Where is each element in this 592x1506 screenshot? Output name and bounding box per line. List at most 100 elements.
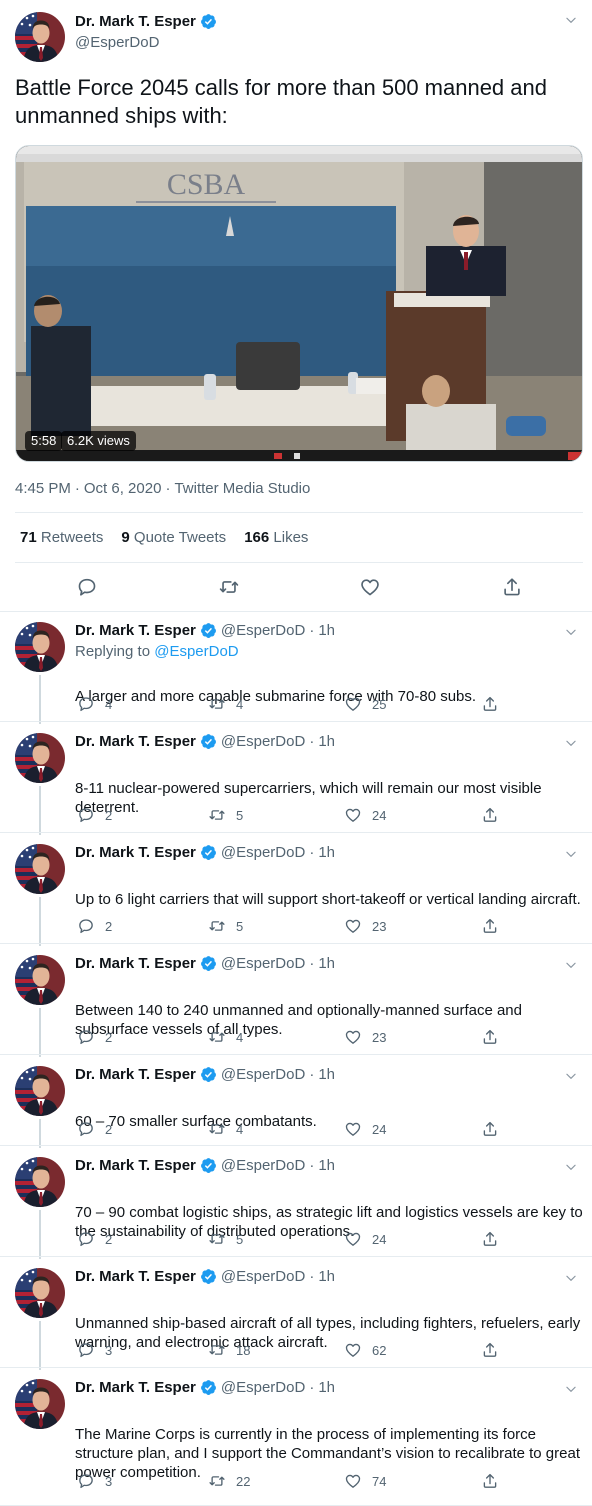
- heart-icon[interactable]: [344, 695, 362, 713]
- share-icon[interactable]: [481, 1120, 499, 1138]
- reply-time[interactable]: 1h: [318, 955, 335, 972]
- chevron-down-icon[interactable]: [564, 1160, 578, 1174]
- reply-time[interactable]: 1h: [318, 844, 335, 861]
- author-handle[interactable]: @EsperDoD: [221, 1379, 305, 1396]
- share-icon[interactable]: [481, 1341, 499, 1359]
- retweet-action[interactable]: 5: [208, 1230, 243, 1248]
- reply-action[interactable]: 2: [77, 1120, 112, 1138]
- retweet-icon[interactable]: [208, 695, 226, 713]
- reply-icon[interactable]: [77, 695, 95, 713]
- reply-tweet[interactable]: Dr. Mark T. Esper @EsperDoD · 1h Replyin…: [0, 611, 592, 724]
- heart-icon[interactable]: [344, 1028, 362, 1046]
- share-icon[interactable]: [481, 806, 499, 824]
- reply-action[interactable]: 3: [77, 1341, 112, 1359]
- heart-icon[interactable]: [344, 1120, 362, 1138]
- author-name[interactable]: Dr. Mark T. Esper: [75, 844, 196, 861]
- author-name[interactable]: Dr. Mark T. Esper: [75, 1379, 196, 1396]
- retweet-icon[interactable]: [218, 576, 240, 598]
- heart-icon[interactable]: [344, 1230, 362, 1248]
- reply-icon[interactable]: [77, 1230, 95, 1248]
- chevron-down-icon[interactable]: [564, 1271, 578, 1285]
- reply-tweet[interactable]: Dr. Mark T. Esper @EsperDoD · 1h Up to 6…: [0, 833, 592, 946]
- author-name[interactable]: Dr. Mark T. Esper: [75, 13, 217, 30]
- reply-time[interactable]: 1h: [318, 1268, 335, 1285]
- avatar[interactable]: [15, 955, 65, 1005]
- avatar[interactable]: [15, 1268, 65, 1318]
- retweet-icon[interactable]: [208, 1472, 226, 1490]
- retweet-icon[interactable]: [208, 1341, 226, 1359]
- tweet-date[interactable]: Oct 6, 2020: [84, 480, 162, 497]
- reply-icon[interactable]: [77, 1472, 95, 1490]
- reply-tweet[interactable]: Dr. Mark T. Esper @EsperDoD · 1h 70 – 90…: [0, 1146, 592, 1259]
- reply-tweet[interactable]: Dr. Mark T. Esper @EsperDoD · 1h 60 – 70…: [0, 1055, 592, 1148]
- chevron-down-icon[interactable]: [564, 1382, 578, 1396]
- like-action[interactable]: 23: [344, 1028, 386, 1046]
- retweet-icon[interactable]: [208, 1230, 226, 1248]
- author-handle[interactable]: @EsperDoD: [221, 1066, 305, 1083]
- share-action[interactable]: [481, 1230, 499, 1248]
- author-name[interactable]: Dr. Mark T. Esper: [75, 622, 196, 639]
- retweets-stat[interactable]: 71 Retweets: [20, 529, 103, 546]
- like-action[interactable]: 25: [344, 695, 386, 713]
- reply-time[interactable]: 1h: [318, 1066, 335, 1083]
- reply-tweet[interactable]: Dr. Mark T. Esper @EsperDoD · 1h 8-11 nu…: [0, 722, 592, 835]
- heart-icon[interactable]: [344, 806, 362, 824]
- share-icon[interactable]: [501, 576, 523, 598]
- retweet-icon[interactable]: [208, 1028, 226, 1046]
- reply-icon[interactable]: [77, 806, 95, 824]
- author-handle[interactable]: @EsperDoD: [75, 34, 159, 51]
- quote-tweets-stat[interactable]: 9 Quote Tweets: [121, 529, 226, 546]
- chevron-down-icon[interactable]: [564, 1069, 578, 1083]
- reply-time[interactable]: 1h: [318, 733, 335, 750]
- share-icon[interactable]: [481, 1028, 499, 1046]
- reply-action[interactable]: 2: [77, 917, 112, 935]
- likes-stat[interactable]: 166 Likes: [244, 529, 308, 546]
- avatar[interactable]: [15, 1379, 65, 1429]
- like-action[interactable]: 24: [344, 1230, 386, 1248]
- share-icon[interactable]: [481, 695, 499, 713]
- reply-time[interactable]: 1h: [318, 1379, 335, 1396]
- reply-action[interactable]: 2: [77, 1028, 112, 1046]
- retweet-icon[interactable]: [208, 806, 226, 824]
- avatar[interactable]: [15, 844, 65, 894]
- avatar[interactable]: [15, 733, 65, 783]
- share-action[interactable]: [481, 1028, 499, 1046]
- chevron-down-icon[interactable]: [564, 958, 578, 972]
- replying-to-link[interactable]: @EsperDoD: [154, 643, 238, 660]
- author-name[interactable]: Dr. Mark T. Esper: [75, 1066, 196, 1083]
- share-action[interactable]: [481, 1472, 499, 1490]
- share-action[interactable]: [481, 917, 499, 935]
- reply-action[interactable]: 4: [77, 695, 112, 713]
- retweet-action[interactable]: 18: [208, 1341, 250, 1359]
- author-handle[interactable]: @EsperDoD: [221, 1268, 305, 1285]
- avatar[interactable]: [15, 1066, 65, 1116]
- reply-tweet[interactable]: Dr. Mark T. Esper @EsperDoD · 1h Between…: [0, 944, 592, 1057]
- tweet-source[interactable]: Twitter Media Studio: [174, 480, 310, 497]
- chevron-down-icon[interactable]: [564, 625, 578, 639]
- like-action[interactable]: 24: [344, 806, 386, 824]
- video-player[interactable]: CSBA: [15, 145, 583, 462]
- retweet-action[interactable]: 22: [208, 1472, 250, 1490]
- avatar[interactable]: [15, 1157, 65, 1207]
- chevron-down-icon[interactable]: [564, 847, 578, 861]
- share-action[interactable]: [481, 1341, 499, 1359]
- like-action[interactable]: 23: [344, 917, 386, 935]
- retweet-icon[interactable]: [208, 1120, 226, 1138]
- reply-tweet[interactable]: Dr. Mark T. Esper @EsperDoD · 1h Unmanne…: [0, 1257, 592, 1370]
- like-action[interactable]: 74: [344, 1472, 386, 1490]
- author-handle[interactable]: @EsperDoD: [221, 733, 305, 750]
- heart-icon[interactable]: [344, 917, 362, 935]
- chevron-down-icon[interactable]: [564, 736, 578, 750]
- retweet-action[interactable]: 4: [208, 1028, 243, 1046]
- like-action[interactable]: 24: [344, 1120, 386, 1138]
- reply-icon[interactable]: [77, 917, 95, 935]
- share-icon[interactable]: [481, 1230, 499, 1248]
- heart-icon[interactable]: [344, 1472, 362, 1490]
- chevron-down-icon[interactable]: [564, 13, 578, 27]
- author-handle[interactable]: @EsperDoD: [221, 1157, 305, 1174]
- reply-icon[interactable]: [77, 1028, 95, 1046]
- author-handle[interactable]: @EsperDoD: [221, 955, 305, 972]
- heart-icon[interactable]: [344, 1341, 362, 1359]
- reply-icon[interactable]: [77, 1120, 95, 1138]
- reply-action[interactable]: 2: [77, 806, 112, 824]
